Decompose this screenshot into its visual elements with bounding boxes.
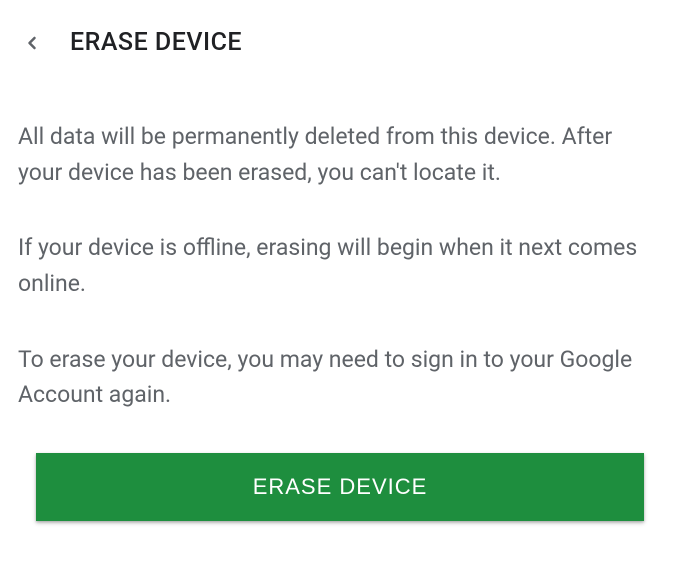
back-icon[interactable] [22, 33, 42, 53]
warning-text-1: All data will be permanently deleted fro… [18, 119, 662, 190]
warning-text-2: If your device is offline, erasing will … [18, 230, 662, 301]
content-area: All data will be permanently deleted fro… [0, 77, 680, 413]
page-title: ERASE DEVICE [70, 28, 242, 57]
header: ERASE DEVICE [0, 0, 680, 77]
warning-text-3: To erase your device, you may need to si… [18, 342, 662, 413]
erase-device-button[interactable]: ERASE DEVICE [36, 453, 644, 521]
action-bar: ERASE DEVICE [0, 453, 680, 521]
